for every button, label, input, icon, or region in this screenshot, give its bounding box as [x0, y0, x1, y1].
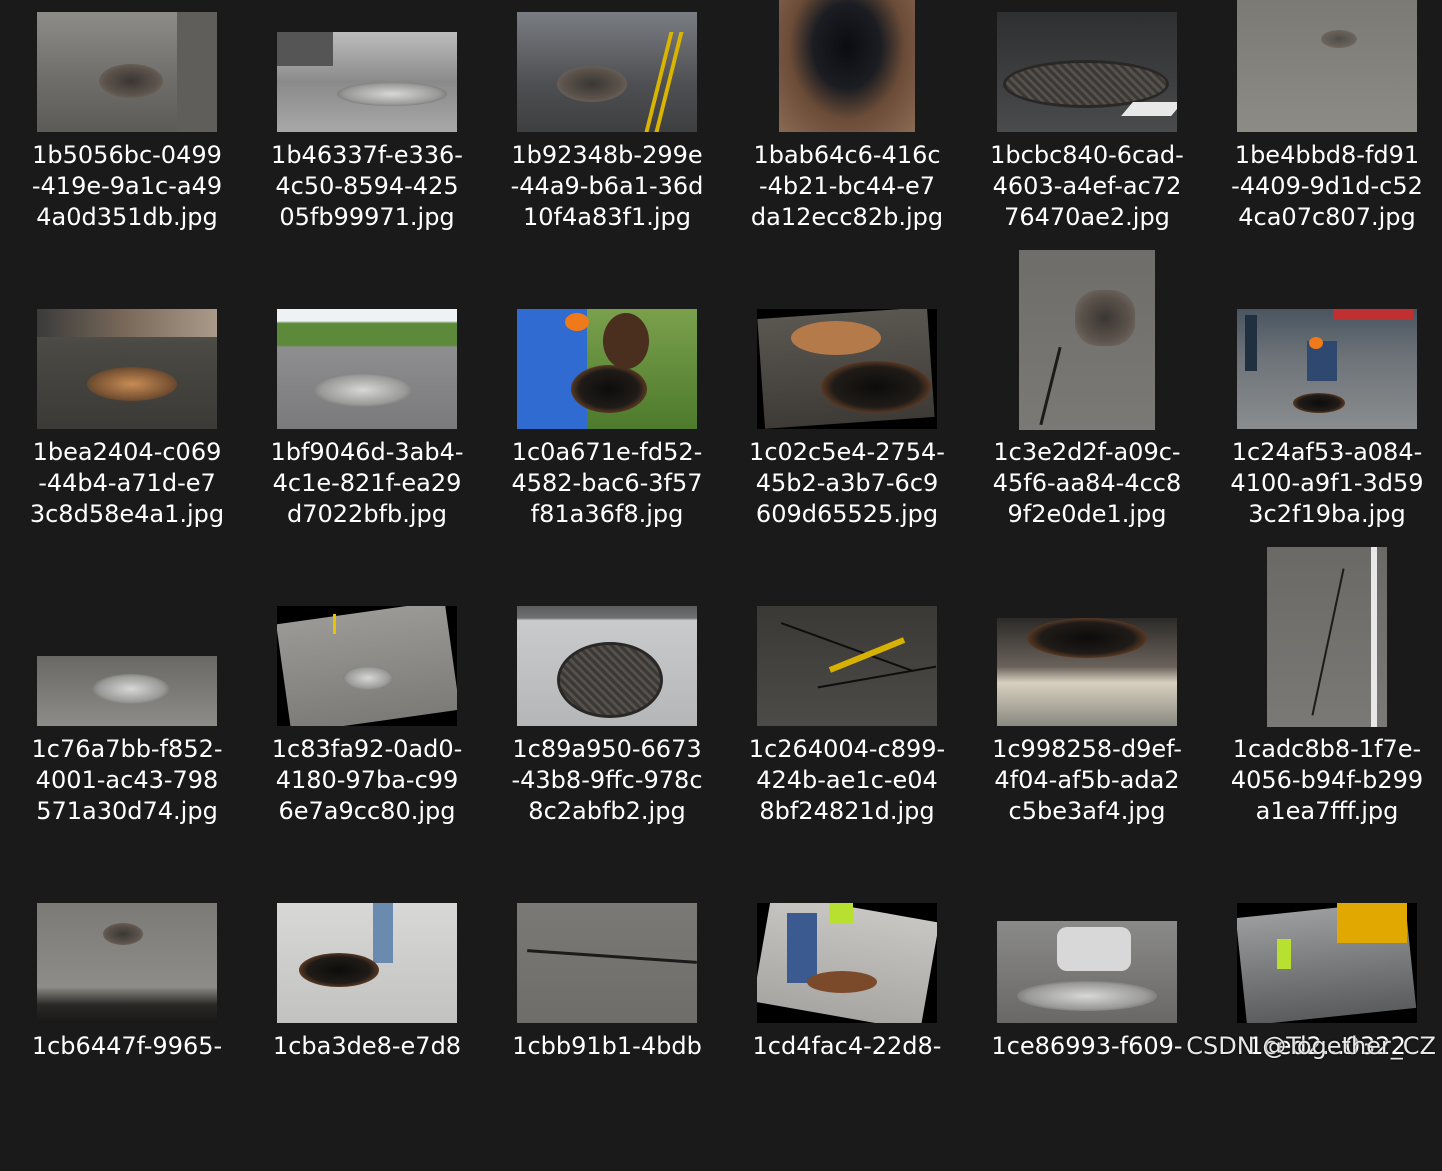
file-name: 1c76a7bb-f852-4001-ac43-798571a30d74.jpg: [17, 734, 237, 827]
file-tile[interactable]: 1b46337f-e336-4c50-8594-42505fb99971.jpg: [257, 0, 477, 280]
manhole-cover-thumbnail: [997, 12, 1177, 132]
file-tile[interactable]: 1c89a950-6673-43b8-9ffc-978c8c2abfb2.jpg: [497, 594, 717, 874]
file-grid: 1b5056bc-0499-419e-9a1c-a494a0d351db.jpg…: [0, 0, 1442, 1068]
manhole-thumbnail: [997, 618, 1177, 726]
file-name: 1b92348b-299e-44a9-b6a1-36d10f4a83f1.jpg: [497, 140, 717, 233]
file-tile[interactable]: 1c264004-c899-424b-ae1c-e048bf24821d.jpg: [737, 594, 957, 874]
file-tile[interactable]: 1bf9046d-3ab4-4c1e-821f-ea29d7022bfb.jpg: [257, 297, 477, 577]
file-tile[interactable]: 1b92348b-299e-44a9-b6a1-36d10f4a83f1.jpg: [497, 0, 717, 280]
file-name: 1cba3de8-e7d8: [257, 1031, 477, 1062]
pothole-thumbnail: [277, 606, 457, 726]
file-tile[interactable]: 1cba3de8-e7d8: [257, 891, 477, 1171]
pothole-thumbnail: [37, 656, 217, 726]
pothole-thumbnail: [277, 32, 457, 132]
file-tile[interactable]: 1be4bbd8-fd91-4409-9d1d-c524ca07c807.jpg: [1217, 0, 1437, 280]
road-repair-thumbnail: [1237, 903, 1417, 1023]
file-name: 1c02c5e4-2754-45b2-a3b7-6c9609d65525.jpg: [737, 437, 957, 530]
file-tile[interactable]: 1c0a671e-fd52-4582-bac6-3f57f81a36f8.jpg: [497, 297, 717, 577]
worker-manhole-thumbnail: [757, 903, 937, 1023]
worker-manhole-thumbnail: [1237, 309, 1417, 429]
file-tile[interactable]: 1ce86993-f609-: [977, 891, 1197, 1171]
cracked-road-thumbnail: [517, 903, 697, 1023]
pothole-thumbnail: [1237, 0, 1417, 132]
pothole-thumbnail: [1019, 250, 1155, 430]
file-name: 1b46337f-e336-4c50-8594-42505fb99971.jpg: [257, 140, 477, 233]
file-tile[interactable]: 1ced2...0322: [1217, 891, 1437, 1171]
file-tile[interactable]: 1cbb91b1-4bdb: [497, 891, 717, 1171]
file-name: 1b5056bc-0499-419e-9a1c-a494a0d351db.jpg: [17, 140, 237, 233]
file-tile[interactable]: 1c24af53-a084-4100-a9f1-3d593c2f19ba.jpg: [1217, 297, 1437, 577]
drain-grate-thumbnail: [517, 606, 697, 726]
file-tile[interactable]: 1cadc8b8-1f7e-4056-b94f-b299a1ea7fff.jpg: [1217, 547, 1437, 827]
file-name: 1cb6447f-9965-: [17, 1031, 237, 1062]
file-name: 1ce86993-f609-: [977, 1031, 1197, 1062]
file-tile[interactable]: 1c02c5e4-2754-45b2-a3b7-6c9609d65525.jpg: [737, 297, 957, 577]
file-tile[interactable]: 1c998258-d9ef-4f04-af5b-ada2c5be3af4.jpg: [977, 594, 1197, 874]
cracked-road-thumbnail: [757, 606, 937, 726]
open-manhole-thumbnail: [779, 0, 915, 132]
file-name: 1cadc8b8-1f7e-4056-b94f-b299a1ea7fff.jpg: [1217, 734, 1437, 827]
file-name: 1c3e2d2f-a09c-45f6-aa84-4cc89f2e0de1.jpg: [977, 437, 1197, 530]
file-name: 1bab64c6-416c-4b21-bc44-e7da12ecc82b.jpg: [737, 140, 957, 233]
file-name: 1c89a950-6673-43b8-9ffc-978c8c2abfb2.jpg: [497, 734, 717, 827]
cracked-road-thumbnail: [1267, 547, 1387, 727]
file-tile[interactable]: 1bab64c6-416c-4b21-bc44-e7da12ecc82b.jpg: [737, 0, 957, 280]
file-name: 1c264004-c899-424b-ae1c-e048bf24821d.jpg: [737, 734, 957, 827]
file-name: 1c0a671e-fd52-4582-bac6-3f57f81a36f8.jpg: [497, 437, 717, 530]
file-tile[interactable]: 1c76a7bb-f852-4001-ac43-798571a30d74.jpg: [17, 594, 237, 874]
file-name: 1be4bbd8-fd91-4409-9d1d-c524ca07c807.jpg: [1217, 140, 1437, 233]
file-name: 1bea2404-c069-44b4-a71d-e73c8d58e4a1.jpg: [17, 437, 237, 530]
pothole-thumbnail: [997, 921, 1177, 1023]
open-manhole-thumbnail: [277, 903, 457, 1023]
file-name: 1c998258-d9ef-4f04-af5b-ada2c5be3af4.jpg: [977, 734, 1197, 827]
pothole-thumbnail: [277, 309, 457, 429]
file-tile[interactable]: 1bcbc840-6cad-4603-a4ef-ac7276470ae2.jpg: [977, 0, 1197, 280]
pothole-thumbnail: [37, 903, 217, 1023]
file-name: 1bf9046d-3ab4-4c1e-821f-ea29d7022bfb.jpg: [257, 437, 477, 530]
open-manhole-thumbnail: [757, 309, 937, 429]
worker-manhole-thumbnail: [517, 309, 697, 429]
file-tile[interactable]: 1cb6447f-9965-: [17, 891, 237, 1171]
file-tile[interactable]: 1c83fa92-0ad0-4180-97ba-c996e7a9cc80.jpg: [257, 594, 477, 874]
pothole-thumbnail: [37, 309, 217, 429]
file-name: 1cd4fac4-22d8-: [737, 1031, 957, 1062]
file-tile[interactable]: 1c3e2d2f-a09c-45f6-aa84-4cc89f2e0de1.jpg: [977, 250, 1197, 530]
file-tile[interactable]: 1cd4fac4-22d8-: [737, 891, 957, 1171]
file-name: 1c83fa92-0ad0-4180-97ba-c996e7a9cc80.jpg: [257, 734, 477, 827]
file-tile[interactable]: 1bea2404-c069-44b4-a71d-e73c8d58e4a1.jpg: [17, 297, 237, 577]
pothole-thumbnail: [517, 12, 697, 132]
watermark: CSDN @Together_CZ: [1186, 1032, 1436, 1060]
file-name: 1cbb91b1-4bdb: [497, 1031, 717, 1062]
pothole-thumbnail: [37, 12, 217, 132]
file-name: 1bcbc840-6cad-4603-a4ef-ac7276470ae2.jpg: [977, 140, 1197, 233]
file-tile[interactable]: 1b5056bc-0499-419e-9a1c-a494a0d351db.jpg: [17, 0, 237, 280]
file-name: 1c24af53-a084-4100-a9f1-3d593c2f19ba.jpg: [1217, 437, 1437, 530]
